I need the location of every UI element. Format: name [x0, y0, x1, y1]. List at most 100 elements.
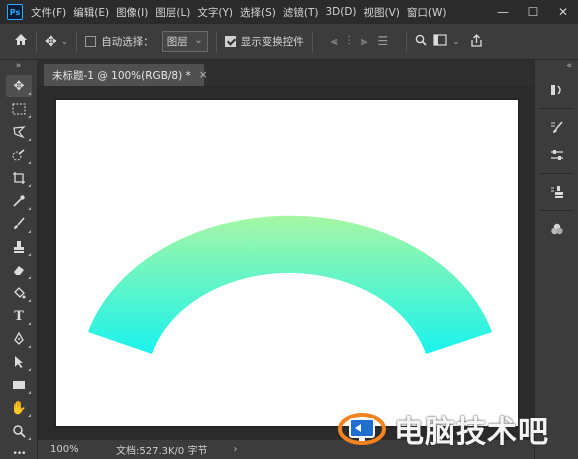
type-icon: T: [14, 308, 24, 324]
channels-icon[interactable]: [543, 217, 571, 241]
document-title: 未标题-1 @ 100%(RGB/8) *: [52, 69, 191, 82]
chevron-down-icon: ⌄: [193, 34, 203, 46]
photoshop-logo: Ps: [7, 4, 23, 20]
zoom-tool[interactable]: [6, 420, 32, 442]
tools-panel: » ✥ T ✋ •••: [0, 60, 38, 459]
workspace: [38, 86, 534, 440]
divider: [539, 173, 574, 174]
quick-select-tool[interactable]: [6, 144, 32, 166]
lasso-tool[interactable]: [6, 121, 32, 143]
workspace-icon[interactable]: [433, 34, 447, 49]
move-tool-icon[interactable]: ✥: [45, 34, 57, 50]
auto-select-label: 自动选择：: [101, 36, 154, 48]
hand-tool[interactable]: ✋: [6, 397, 32, 419]
collapse-panel-icon[interactable]: »: [0, 60, 37, 74]
menu-bar: Ps 文件(F) 编辑(E) 图像(I) 图层(L) 文字(Y) 选择(S) 滤…: [0, 0, 578, 24]
rectangle-icon: [13, 381, 25, 389]
more-icon: •••: [12, 449, 27, 459]
menu-select[interactable]: 选择(S): [240, 5, 276, 20]
chevron-right-icon[interactable]: ›: [233, 444, 237, 455]
home-icon[interactable]: [14, 33, 28, 50]
options-bar: ✥ ⌄ 自动选择： 图层 ⌄ 显示变换控件 ⫷ ⫶ ⫸ ☰ ⌄: [0, 24, 578, 60]
lasso-icon: [13, 126, 26, 139]
canvas[interactable]: [56, 100, 518, 426]
menu-image[interactable]: 图像(I): [116, 5, 148, 20]
pen-icon: [14, 332, 24, 345]
divider: [406, 31, 408, 52]
move-tool[interactable]: ✥: [6, 75, 32, 97]
chevron-down-icon[interactable]: ⌄: [61, 37, 69, 47]
watermark-text: 电脑技术吧: [394, 415, 549, 450]
divider: [36, 31, 37, 52]
menu-layer[interactable]: 图层(L): [155, 5, 190, 20]
arrow-icon: [15, 356, 23, 368]
zoom-level[interactable]: 100%: [50, 444, 100, 455]
clone-source-icon[interactable]: [543, 180, 571, 204]
eraser-icon: [14, 266, 24, 275]
quick-select-icon: [12, 149, 25, 161]
document-tab[interactable]: 未标题-1 @ 100%(RGB/8) * ×: [44, 64, 208, 86]
minimize-button[interactable]: —: [488, 0, 518, 24]
paint-bucket-tool[interactable]: [6, 282, 32, 304]
menu-filter[interactable]: 滤镜(T): [283, 5, 319, 20]
rectangle-tool[interactable]: [6, 374, 32, 396]
maximize-button[interactable]: ☐: [518, 0, 548, 24]
align-buttons: ⫷ ⫶ ⫸ ☰: [331, 34, 388, 49]
show-transform-checkbox[interactable]: [224, 36, 236, 47]
stamp-icon: [14, 241, 24, 253]
divider: [311, 31, 313, 52]
crop-tool[interactable]: [6, 167, 32, 189]
brush-icon: [14, 217, 25, 229]
close-button[interactable]: ✕: [548, 0, 578, 24]
menu-3d[interactable]: 3D(D): [325, 6, 356, 18]
move-icon: ✥: [13, 78, 25, 94]
menu-window[interactable]: 窗口(W): [407, 5, 447, 20]
more-tools[interactable]: •••: [6, 443, 32, 459]
clone-stamp-tool[interactable]: [6, 236, 32, 258]
menu-file[interactable]: 文件(F): [31, 5, 66, 20]
align-right-icon[interactable]: ⫸: [361, 34, 368, 49]
distribute-icon[interactable]: ☰: [377, 34, 388, 49]
align-center-icon[interactable]: ⫶: [348, 34, 351, 49]
window-controls: — ☐ ✕: [488, 0, 578, 24]
search-icon[interactable]: [415, 34, 427, 50]
eyedropper-tool[interactable]: [6, 190, 32, 212]
dropdown-value: 图层: [166, 36, 188, 48]
divider: [539, 108, 574, 109]
menu-edit[interactable]: 编辑(E): [73, 5, 109, 20]
gradient-arc: [88, 215, 492, 354]
document-info: 文档:527.3K/0 字节: [116, 446, 208, 457]
monitor-logo-icon: [338, 413, 386, 445]
panel-dock: «: [534, 60, 578, 459]
auto-select-checkbox[interactable]: [85, 36, 97, 47]
divider: [76, 31, 78, 52]
brush-settings-icon[interactable]: [543, 115, 571, 139]
close-tab-icon[interactable]: ×: [199, 69, 208, 81]
menu-type[interactable]: 文字(Y): [197, 5, 233, 20]
eyedropper-icon: [13, 195, 25, 207]
divider: [539, 210, 574, 211]
show-transform-label: 显示变换控件: [240, 36, 304, 48]
marquee-tool[interactable]: [6, 98, 32, 120]
menu-view[interactable]: 视图(V): [364, 5, 400, 20]
marquee-icon: [12, 103, 26, 115]
adjustments-icon[interactable]: [543, 143, 571, 167]
document-tab-bar: 未标题-1 @ 100%(RGB/8) * ×: [38, 60, 534, 86]
auto-select-target-dropdown[interactable]: 图层 ⌄: [161, 31, 208, 52]
pen-tool[interactable]: [6, 328, 32, 350]
chevron-down-icon[interactable]: ⌄: [452, 37, 460, 47]
artwork: [88, 215, 492, 354]
eraser-tool[interactable]: [6, 259, 32, 281]
type-tool[interactable]: T: [6, 305, 32, 327]
hand-icon: ✋: [10, 400, 28, 416]
brush-tool[interactable]: [6, 213, 32, 235]
share-icon[interactable]: [470, 33, 483, 50]
expand-panels-icon[interactable]: «: [535, 60, 578, 74]
history-panel-icon[interactable]: [543, 78, 571, 102]
align-left-icon[interactable]: ⫷: [331, 34, 338, 49]
watermark: 电脑技术吧: [338, 404, 549, 454]
divider: [215, 31, 217, 52]
zoom-icon: [13, 425, 26, 438]
crop-icon: [13, 172, 25, 184]
path-select-tool[interactable]: [6, 351, 32, 373]
